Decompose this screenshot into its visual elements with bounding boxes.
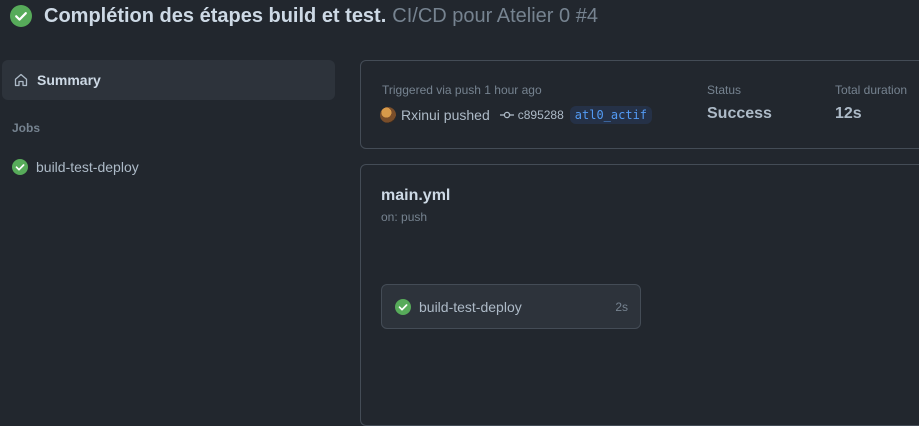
sidebar-job-label: build-test-deploy bbox=[36, 159, 139, 175]
push-info: Rxinui pushed c895288 atl0_actif bbox=[380, 104, 653, 126]
sidebar-item-summary[interactable]: Summary bbox=[2, 60, 335, 100]
branch-label[interactable]: atl0_actif bbox=[569, 106, 653, 124]
job-node-label: build-test-deploy bbox=[419, 298, 522, 315]
pusher-text[interactable]: Rxinui pushed bbox=[401, 107, 490, 123]
run-header: Complétion des étapes build et test. CI/… bbox=[10, 2, 598, 30]
run-summary-card: Triggered via push 1 hour ago Rxinui pus… bbox=[360, 60, 919, 149]
home-icon bbox=[14, 73, 28, 87]
workflow-graph-card: main.yml on: push build-test-deploy 2s bbox=[360, 164, 919, 426]
run-subtitle: CI/CD pour Atelier 0 #4 bbox=[392, 4, 598, 27]
commit-sha-link[interactable]: c895288 bbox=[518, 108, 564, 122]
job-success-check-icon bbox=[12, 159, 28, 175]
triggered-text: Triggered via push 1 hour ago bbox=[382, 83, 542, 97]
workflow-trigger: on: push bbox=[381, 210, 428, 224]
job-node-success-icon bbox=[395, 298, 411, 315]
total-duration-label: Total duration bbox=[835, 83, 908, 97]
total-duration-value: 12s bbox=[835, 105, 862, 122]
avatar[interactable] bbox=[380, 107, 396, 123]
job-node-duration: 2s bbox=[615, 299, 628, 314]
workflow-file-name: main.yml bbox=[381, 187, 451, 204]
git-commit-icon bbox=[499, 111, 514, 119]
status-label: Status bbox=[707, 83, 742, 97]
run-title: Complétion des étapes build et test. bbox=[44, 4, 387, 27]
success-check-icon bbox=[10, 5, 32, 27]
jobs-heading: Jobs bbox=[12, 121, 41, 135]
sidebar-item-job[interactable]: build-test-deploy bbox=[2, 154, 335, 180]
status-value: Success bbox=[707, 105, 772, 122]
sidebar-summary-label: Summary bbox=[37, 72, 101, 88]
workflow-job-node[interactable]: build-test-deploy 2s bbox=[381, 284, 641, 329]
